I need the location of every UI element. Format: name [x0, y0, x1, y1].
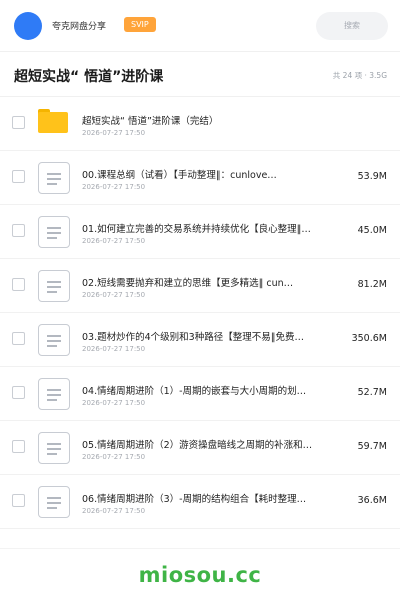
svip-badge: SVIP — [124, 17, 156, 32]
item-size: 45.0M — [357, 225, 387, 236]
document-icon — [38, 162, 70, 194]
item-checkbox[interactable] — [12, 440, 25, 453]
watermark: miosou.cc — [138, 563, 262, 587]
item-checkbox[interactable] — [12, 116, 25, 129]
folder-header: 超短实战“ 悟道”进阶课 共 24 项 · 3.5G — [0, 53, 400, 97]
list-item[interactable]: 超短实战“ 悟道”进阶课（完结） 2026-07-27 17:50 — [0, 97, 400, 151]
item-checkbox[interactable] — [12, 224, 25, 237]
page-title: 超短实战“ 悟道”进阶课 — [14, 69, 164, 85]
item-size: 59.7M — [357, 441, 387, 452]
item-checkbox[interactable] — [12, 386, 25, 399]
document-icon — [38, 216, 70, 248]
item-size: 52.7M — [357, 387, 387, 398]
item-size: 350.6M — [351, 333, 387, 344]
footer: miosou.cc — [0, 548, 400, 600]
item-name: 04.情绪周期进阶（1）-周期的嵌套与大小周期的划… — [82, 386, 307, 397]
item-name: 02.短线需要抛弃和建立的思维【更多精选‖ cun… — [82, 278, 294, 289]
document-icon — [38, 378, 70, 410]
item-date: 2026-07-27 17:50 — [82, 291, 146, 299]
item-size: 81.2M — [357, 279, 387, 290]
list-item[interactable]: 06.情绪周期进阶（3）-周期的结构组合【耗时整理… 2026-07-27 17… — [0, 475, 400, 529]
item-date: 2026-07-27 17:50 — [82, 237, 146, 245]
avatar[interactable] — [14, 12, 42, 40]
list-item[interactable]: 05.情绪周期进阶（2）游资操盘暗线之周期的补涨和… 2026-07-27 17… — [0, 421, 400, 475]
item-date: 2026-07-27 17:50 — [82, 345, 146, 353]
item-name: 05.情绪周期进阶（2）游资操盘暗线之周期的补涨和… — [82, 440, 313, 451]
folder-summary: 共 24 项 · 3.5G — [332, 71, 387, 80]
item-name: 超短实战“ 悟道”进阶课（完结） — [82, 116, 219, 127]
list-item[interactable]: 04.情绪周期进阶（1）-周期的嵌套与大小周期的划… 2026-07-27 17… — [0, 367, 400, 421]
file-list: 超短实战“ 悟道”进阶课（完结） 2026-07-27 17:50 00.课程总… — [0, 97, 400, 529]
item-checkbox[interactable] — [12, 170, 25, 183]
item-date: 2026-07-27 17:50 — [82, 183, 146, 191]
document-icon — [38, 486, 70, 518]
item-checkbox[interactable] — [12, 494, 25, 507]
list-item[interactable]: 03.题材炒作的4个级别和3种路径【整理不易‖免费… 2026-07-27 17… — [0, 313, 400, 367]
item-checkbox[interactable] — [12, 332, 25, 345]
item-name: 00.课程总纲（试看）【手动整理‖：cunlove… — [82, 170, 277, 181]
item-name: 03.题材炒作的4个级别和3种路径【整理不易‖免费… — [82, 332, 304, 343]
brand-name: 夸克网盘分享 — [52, 22, 107, 32]
item-date: 2026-07-27 17:50 — [82, 399, 146, 407]
list-item[interactable]: 01.如何建立完善的交易系统并持续优化【良心整理‖… 2026-07-27 17… — [0, 205, 400, 259]
item-date: 2026-07-27 17:50 — [82, 453, 146, 461]
list-item[interactable]: 00.课程总纲（试看）【手动整理‖：cunlove… 2026-07-27 17… — [0, 151, 400, 205]
document-icon — [38, 270, 70, 302]
share-page: 夸克网盘分享 SVIP 搜索 超短实战“ 悟道”进阶课 共 24 项 · 3.5… — [0, 0, 400, 600]
item-date: 2026-07-27 17:50 — [82, 507, 146, 515]
folder-icon — [38, 109, 68, 133]
item-name: 06.情绪周期进阶（3）-周期的结构组合【耗时整理… — [82, 494, 307, 505]
document-icon — [38, 432, 70, 464]
item-size: 53.9M — [357, 171, 387, 182]
document-icon — [38, 324, 70, 356]
item-date: 2026-07-27 17:50 — [82, 129, 146, 137]
item-checkbox[interactable] — [12, 278, 25, 291]
item-name: 01.如何建立完善的交易系统并持续优化【良心整理‖… — [82, 224, 311, 235]
top-bar: 夸克网盘分享 SVIP 搜索 — [0, 0, 400, 52]
list-item[interactable]: 02.短线需要抛弃和建立的思维【更多精选‖ cun… 2026-07-27 17… — [0, 259, 400, 313]
search-button[interactable]: 搜索 — [316, 12, 388, 40]
item-size: 36.6M — [357, 495, 387, 506]
